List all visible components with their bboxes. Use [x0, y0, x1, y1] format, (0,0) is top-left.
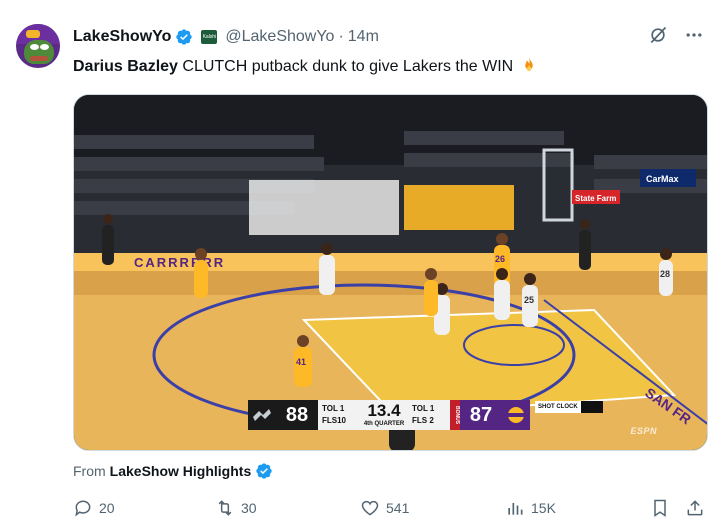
tweet-timestamp[interactable]: 14m: [348, 28, 379, 46]
avatar-lakers-logo: [26, 30, 40, 38]
home-score: 88: [276, 400, 318, 430]
away-timeouts-fouls: TOL 1 FLS 2: [408, 400, 450, 430]
video-frame: CARRRRRR State Farm CarMax SAN FR 41 26 …: [74, 95, 707, 450]
led-board-text: CARRRRRR: [134, 255, 225, 270]
affiliate-badge-icon[interactable]: Kalshi: [201, 30, 218, 44]
like-count: 541: [386, 500, 410, 516]
lakers-logo-icon: [502, 400, 530, 430]
bonus-indicator: BONUS: [450, 400, 460, 430]
home-fouls: FLS10: [322, 416, 347, 425]
tweet-text: Darius Bazley CLUTCH putback dunk to giv…: [73, 56, 538, 78]
jersey-number: 25: [524, 295, 534, 305]
share-icon: [687, 500, 703, 516]
views-button[interactable]: 15K: [505, 498, 556, 518]
home-timeouts-fouls: TOL 1 FLS10: [318, 400, 360, 430]
home-timeouts: TOL 1: [322, 404, 345, 413]
fire-emoji-icon: [524, 57, 533, 71]
scorebug-middle: TOL 1 FLS10 13.4 4th QUARTER TOL 1 FLS 2: [318, 400, 450, 430]
bookmark-button[interactable]: [650, 498, 676, 518]
grok-icon[interactable]: [647, 24, 669, 46]
author-name[interactable]: LakeShowYo: [73, 28, 171, 46]
dot-separator: ·: [338, 28, 344, 45]
jersey-number: 26: [495, 254, 505, 264]
shot-clock-value: [580, 401, 603, 413]
source-app: From LakeShow Highlights: [73, 462, 273, 480]
retweet-button[interactable]: 30: [215, 498, 257, 518]
verified-badge-icon[interactable]: [175, 28, 193, 46]
verified-badge-icon: [256, 463, 272, 479]
reply-icon: [75, 500, 91, 517]
avatar-eye-right: [40, 44, 49, 50]
author-avatar[interactable]: [16, 24, 60, 68]
shot-clock: SHOT CLOCK: [535, 401, 603, 413]
share-button[interactable]: [685, 498, 711, 518]
tweet-video[interactable]: CARRRRRR State Farm CarMax SAN FR 41 26 …: [73, 94, 708, 451]
tweet-action-bar: 20 30 541 15K: [73, 498, 709, 520]
heart-icon: [361, 500, 379, 516]
statefarm-ad: State Farm: [575, 194, 616, 203]
away-timeouts: TOL 1: [412, 404, 435, 413]
shot-clock-label: SHOT CLOCK: [535, 401, 581, 413]
from-label: From: [73, 463, 106, 479]
game-clock: 13.4 4th QUARTER: [360, 400, 408, 430]
tweet-top-actions: [647, 24, 705, 46]
like-button[interactable]: 541: [360, 498, 409, 518]
tweet-text-body: CLUTCH putback dunk to give Lakers the W…: [177, 58, 514, 75]
bookmark-icon: [654, 499, 666, 517]
scorebug: 88 TOL 1 FLS10 13.4 4th QUARTER TOL 1 FL…: [248, 400, 530, 430]
tweet-text-bold: Darius Bazley: [73, 58, 178, 75]
retweet-count: 30: [241, 500, 257, 516]
reply-button[interactable]: 20: [73, 498, 115, 518]
espn-watermark: ESPN: [630, 426, 657, 436]
spurs-logo-icon: [248, 400, 276, 430]
avatar-eye-left: [30, 44, 39, 50]
jersey-number: 28: [660, 269, 670, 279]
away-score: 87: [460, 400, 502, 430]
away-fouls: FLS 2: [412, 416, 434, 425]
avatar-mouth: [30, 56, 48, 61]
jersey-number: 41: [296, 357, 306, 367]
reply-count: 20: [99, 500, 115, 516]
quarter-label: 4th QUARTER: [363, 421, 405, 427]
views-chart-icon: [508, 503, 523, 515]
carmax-ad: CarMax: [646, 174, 679, 184]
clock-time: 13.4: [367, 401, 401, 420]
retweet-icon: [218, 500, 232, 516]
author-handle[interactable]: @LakeShowYo: [225, 28, 334, 46]
source-app-name[interactable]: LakeShow Highlights: [110, 463, 252, 479]
tweet-header: LakeShowYo Kalshi @LakeShowYo · 14m: [73, 26, 379, 48]
more-options-icon[interactable]: [683, 24, 705, 46]
views-count: 15K: [531, 500, 556, 516]
